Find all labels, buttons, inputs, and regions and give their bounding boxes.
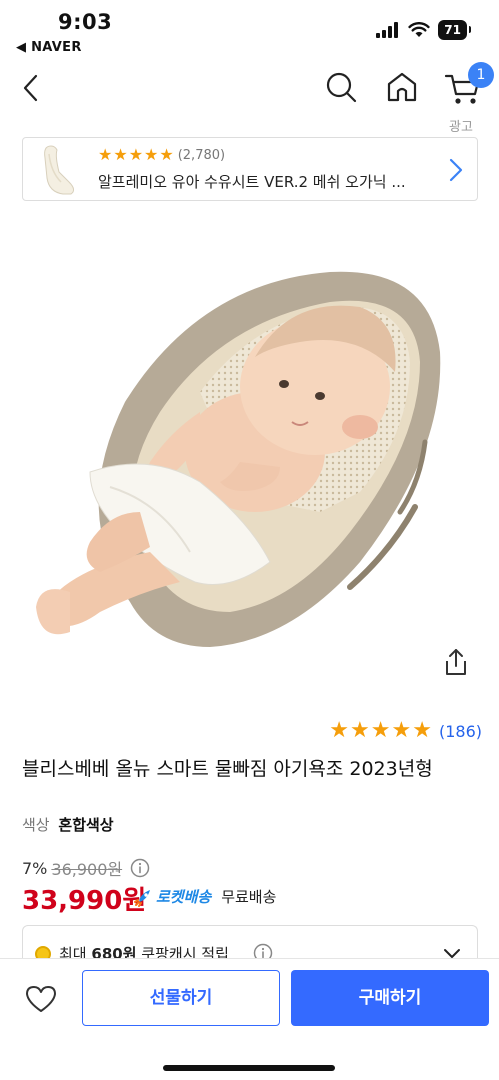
chevron-right-icon [449,158,463,182]
heart-icon[interactable] [24,983,58,1015]
status-icons: 71 [376,20,471,40]
status-time: 9:03 [58,10,113,34]
star-icon: ★ [412,718,432,743]
star-icon: ★ [98,145,113,164]
bottom-action-bar: 선물하기 구매하기 [0,958,499,1080]
ad-label: 광고 [449,120,473,135]
buy-button[interactable]: 구매하기 [291,970,489,1026]
product-option: 색상 혼합색상 [22,814,114,835]
rocket-icon [134,889,150,907]
gift-button[interactable]: 선물하기 [82,970,280,1026]
search-icon[interactable] [324,70,358,104]
top-navigation [0,62,499,116]
product-title: 블리스베베 올뉴 스마트 물빠짐 아기욕조 2023년형 [22,758,433,780]
star-icon: ★ [113,145,128,164]
ad-card[interactable]: ★ ★ ★ ★ ★ (2,780) 알프레미오 유아 수유시트 VER.2 메쉬… [22,137,478,201]
ad-product-thumbnail [44,145,75,195]
product-image[interactable] [30,262,470,662]
ad-product-title: 알프레미오 유아 수유시트 VER.2 메쉬 오가닉 ... [98,173,406,191]
discount-rate: 7% [22,858,48,878]
sale-price: 33,990원 [22,886,147,916]
star-icon: ★ [350,718,370,743]
back-arrow-icon[interactable] [18,72,46,104]
star-icon: ★ [329,718,350,743]
signal-icon [376,22,399,38]
option-label: 색상 [22,816,50,834]
ad-rating: ★ ★ ★ ★ ★ (2,780) [98,147,225,163]
star-icon: ★ [370,718,391,743]
discount-row: 7% 36,900원 [22,856,150,880]
star-icon: ★ [391,718,412,743]
original-price: 36,900원 [51,860,123,879]
cart-count-badge[interactable]: 1 [468,62,494,88]
back-to-app-link[interactable]: ◀ NAVER [16,40,82,55]
status-bar: 9:03 ◀ NAVER 71 [0,0,499,62]
rocket-delivery: 로켓배송 무료배송 [134,886,276,907]
review-count[interactable]: (186) [439,722,482,741]
ad-review-count: (2,780) [177,147,226,163]
star-icon: ★ [144,145,159,164]
home-icon[interactable] [385,70,419,104]
star-icon: ★ [159,145,174,164]
info-icon[interactable] [130,858,150,878]
star-icon: ★ [128,145,144,164]
wifi-icon [408,22,430,37]
battery-indicator: 71 [438,20,471,40]
product-rating[interactable]: ★ ★ ★ ★ ★ (186) [329,720,482,742]
share-icon[interactable] [442,647,470,677]
home-indicator[interactable] [163,1065,335,1071]
rocket-delivery-label: 로켓배송 [156,888,212,906]
option-value: 혼합색상 [58,816,114,834]
free-shipping-label: 무료배송 [221,888,277,906]
